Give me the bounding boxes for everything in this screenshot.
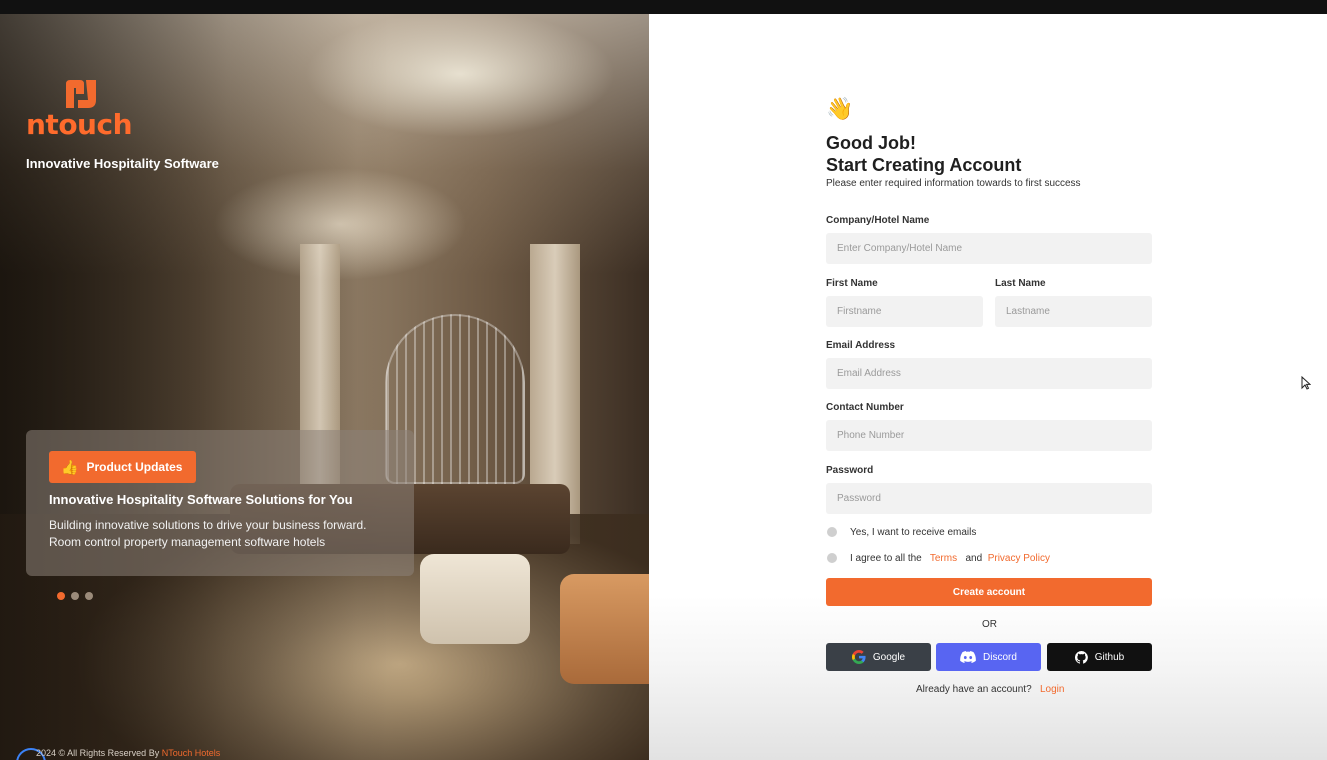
create-account-button[interactable]: Create account [826,578,1152,606]
mouse-cursor-icon [1301,376,1311,390]
card-description-line1: Building innovative solutions to drive y… [49,518,367,532]
thumbs-up-icon: 👍 [61,458,79,475]
receive-emails-label: Yes, I want to receive emails [850,527,977,538]
company-label: Company/Hotel Name [826,215,930,226]
badge-label: Product Updates [86,460,183,474]
carousel-dots [57,592,93,600]
copyright-brand-link[interactable]: NTouch Hotels [162,748,221,758]
contact-label: Contact Number [826,402,904,413]
password-label: Password [826,465,874,476]
github-icon [1074,650,1088,664]
carousel-dot[interactable] [71,592,79,600]
copyright-text: 2024 © All Rights Reserved By [36,748,162,758]
password-input[interactable] [826,483,1152,514]
product-update-card: 👍 Product Updates Innovative Hospitality… [26,430,414,576]
form-heading: Good Job! Start Creating Account [826,132,1021,176]
ntouch-logo: ntouch [26,78,138,141]
google-icon [851,650,866,664]
agree-terms-label: I agree to all the Terms and Privacy Pol… [850,553,1050,564]
already-label: Already have an account? [916,684,1032,695]
github-label: Github [1094,651,1125,663]
already-account-text: Already have an account? Login [916,684,1064,695]
logo-text: ntouch [26,108,133,141]
form-subtitle: Please enter required information toward… [826,178,1081,189]
receive-emails-toggle[interactable] [827,527,837,537]
heading-line2: Start Creating Account [826,155,1022,175]
card-description-line2: Room control property management softwar… [49,535,326,549]
heading-line1: Good Job! [826,133,916,153]
email-label: Email Address [826,340,896,351]
ntouch-logo-mark [66,80,96,108]
and-text: and [965,553,983,564]
waving-hand-icon: 👋 [826,96,854,121]
discord-label: Discord [983,651,1017,663]
or-divider: OR [982,619,997,630]
google-label: Google [872,651,906,663]
brand-tagline: Innovative Hospitality Software [26,156,219,171]
last-name-label: Last Name [995,278,1046,289]
terms-link[interactable]: Terms [930,553,957,564]
company-input[interactable] [826,233,1152,264]
phone-input[interactable] [826,420,1152,451]
github-signin-button[interactable]: Github [1047,643,1152,671]
first-name-label: First Name [826,278,878,289]
copyright-footer: 2024 © All Rights Reserved By NTouch Hot… [36,748,220,758]
email-input[interactable] [826,358,1152,389]
first-name-input[interactable] [826,296,983,327]
card-title: Innovative Hospitality Software Solution… [49,492,353,507]
privacy-policy-link[interactable]: Privacy Policy [988,553,1050,564]
product-updates-badge[interactable]: 👍 Product Updates [49,451,196,483]
discord-icon [960,651,976,663]
top-bar [0,0,1327,14]
login-link[interactable]: Login [1040,684,1064,695]
carousel-dot[interactable] [57,592,65,600]
last-name-input[interactable] [995,296,1152,327]
google-signin-button[interactable]: Google [826,643,931,671]
agree-prefix: I agree to all the [850,553,922,564]
discord-signin-button[interactable]: Discord [936,643,1041,671]
agree-terms-toggle[interactable] [827,553,837,563]
carousel-dot[interactable] [85,592,93,600]
